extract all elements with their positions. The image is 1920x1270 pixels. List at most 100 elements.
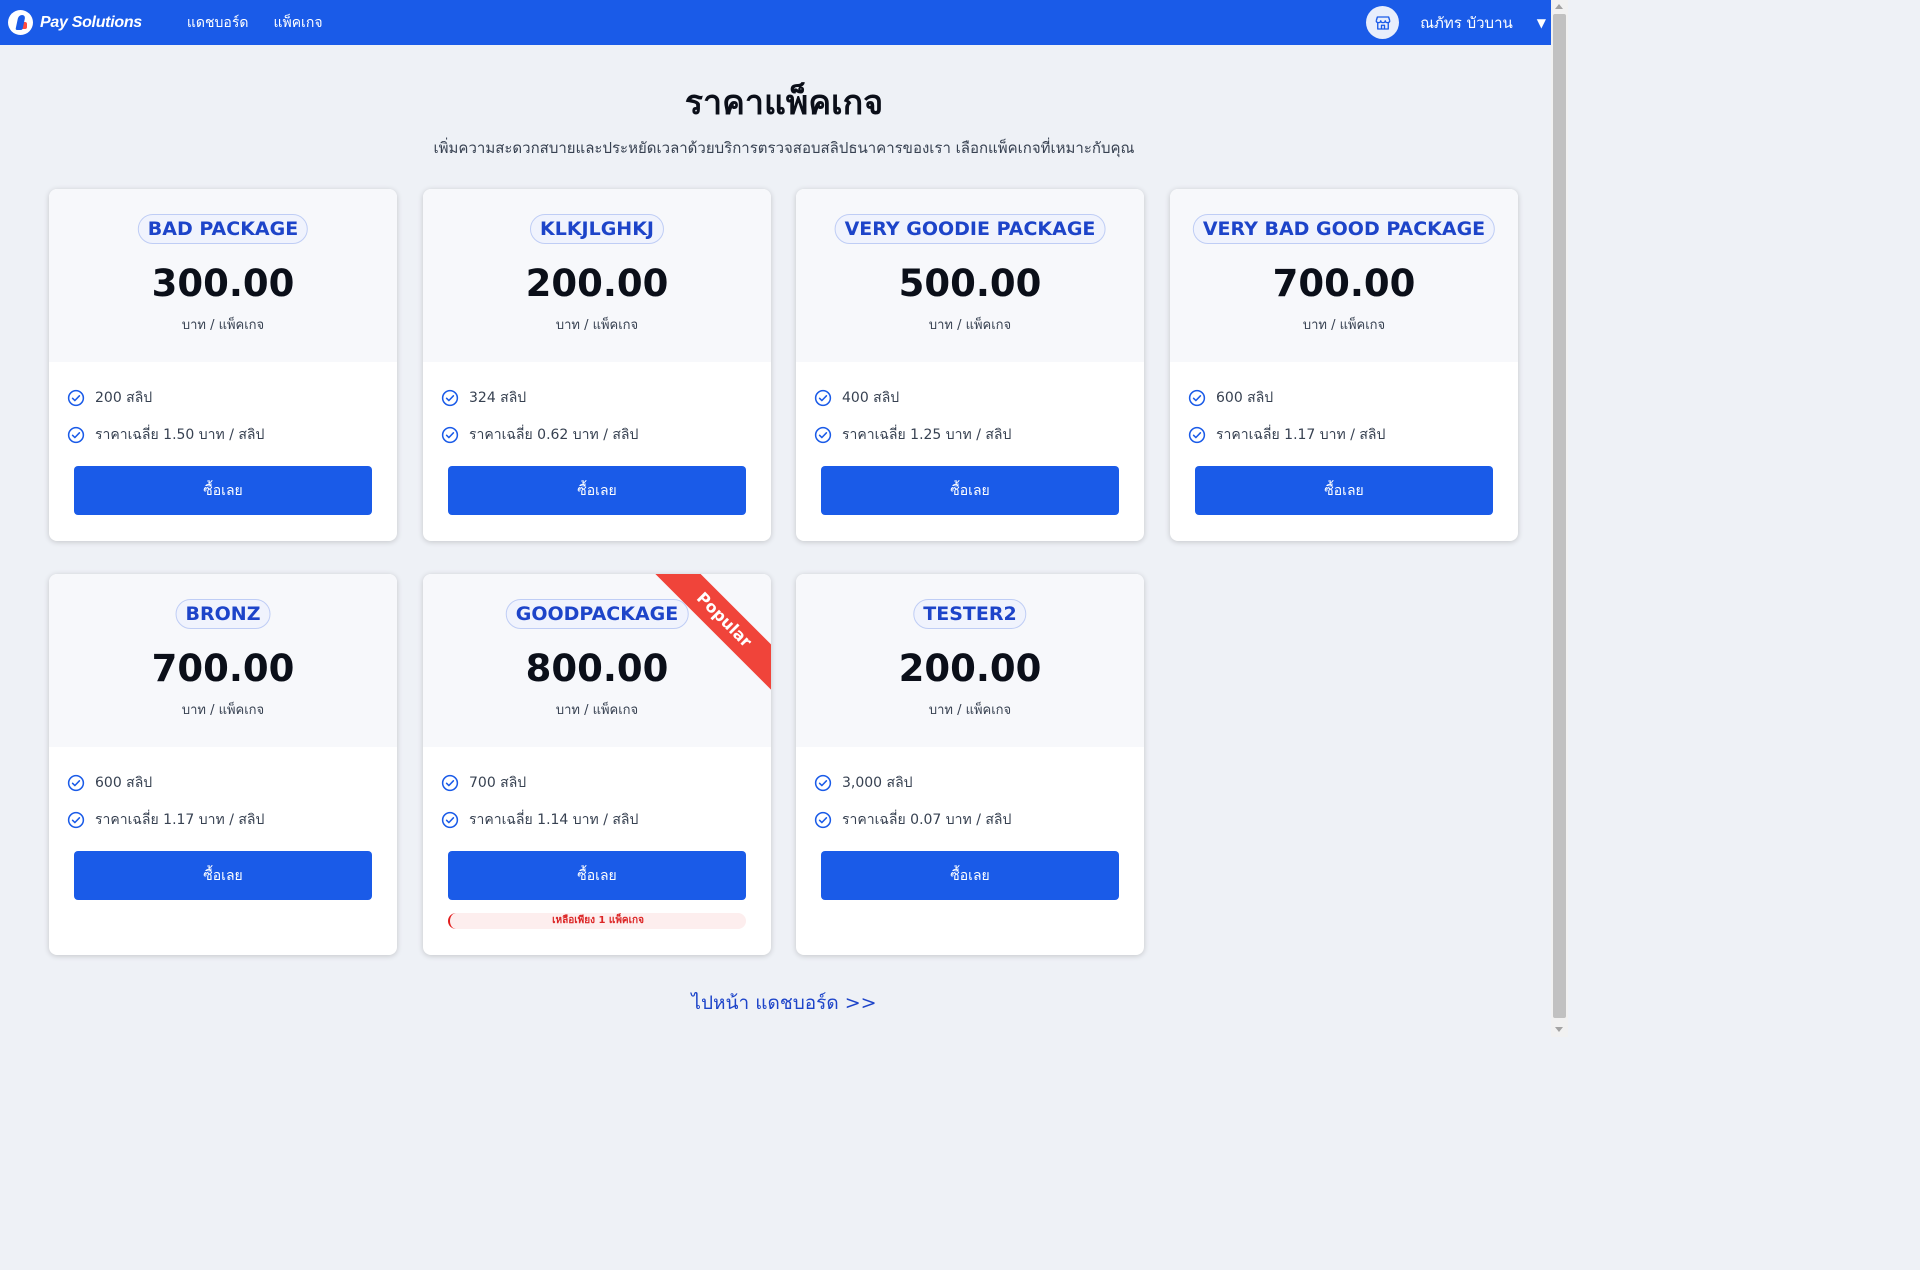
brand-logo-icon xyxy=(8,10,33,35)
package-name: VERY GOODIE PACKAGE xyxy=(834,214,1106,244)
user-menu[interactable]: ณภัทร บัวบาน ▼ xyxy=(1366,0,1551,45)
popular-ribbon-label: Popular xyxy=(652,574,771,692)
feature-average-text: ราคาเฉลี่ย 0.62 บาท / สลิป xyxy=(469,427,639,443)
brand-name: Pay Solutions xyxy=(40,13,142,31)
check-circle-icon xyxy=(1188,389,1206,407)
buy-button[interactable]: ซื้อเลย xyxy=(1195,466,1493,515)
package-price: 500.00 xyxy=(898,262,1042,305)
feature-slips: 324 สลิป xyxy=(441,387,526,409)
check-circle-icon xyxy=(441,426,459,444)
buy-button[interactable]: ซื้อเลย xyxy=(821,851,1119,900)
popular-ribbon: Popular xyxy=(651,574,771,694)
scrollbar-thumb[interactable] xyxy=(1553,14,1566,1018)
store-icon[interactable] xyxy=(1366,6,1400,39)
scroll-up-icon[interactable] xyxy=(1555,4,1563,9)
caret-down-icon[interactable]: ▼ xyxy=(1537,16,1546,30)
check-circle-icon xyxy=(67,774,85,792)
feature-slips: 600 สลิป xyxy=(67,772,152,794)
feature-slips-text: 600 สลิป xyxy=(95,775,153,791)
package-price: 700.00 xyxy=(1272,262,1416,305)
check-circle-icon xyxy=(441,774,459,792)
check-circle-icon xyxy=(441,389,459,407)
package-price: 200.00 xyxy=(525,262,669,305)
check-circle-icon xyxy=(1188,426,1206,444)
buy-button[interactable]: ซื้อเลย xyxy=(74,466,372,515)
check-circle-icon xyxy=(67,389,85,407)
check-circle-icon xyxy=(67,426,85,444)
feature-slips: 3,000 สลิป xyxy=(814,772,913,794)
feature-average: ราคาเฉลี่ย 1.50 บาท / สลิป xyxy=(67,424,264,446)
package-card: VERY BAD GOOD PACKAGE 700.00 บาท / แพ็คเ… xyxy=(1170,189,1518,541)
feature-slips-text: 400 สลิป xyxy=(842,390,900,406)
feature-average: ราคาเฉลี่ย 1.17 บาท / สลิป xyxy=(1188,424,1385,446)
feature-slips-text: 3,000 สลิป xyxy=(842,775,913,791)
page-title: ราคาแพ็คเกจ xyxy=(684,83,884,123)
package-name: BAD PACKAGE xyxy=(137,214,309,244)
check-circle-icon xyxy=(814,774,832,792)
feature-average: ราคาเฉลี่ย 1.25 บาท / สลิป xyxy=(814,424,1011,446)
package-unit: บาท / แพ็คเกจ xyxy=(555,703,639,718)
feature-slips: 700 สลิป xyxy=(441,772,526,794)
package-unit: บาท / แพ็คเกจ xyxy=(555,318,639,333)
feature-average-text: ราคาเฉลี่ย 1.17 บาท / สลิป xyxy=(1216,427,1386,443)
package-price: 700.00 xyxy=(151,647,295,690)
stock-remaining-note: เหลือเพียง 1 แพ็คเกจ xyxy=(448,913,746,929)
buy-button[interactable]: ซื้อเลย xyxy=(821,466,1119,515)
feature-slips: 400 สลิป xyxy=(814,387,899,409)
feature-average: ราคาเฉลี่ย 1.17 บาท / สลิป xyxy=(67,809,264,831)
check-circle-icon xyxy=(814,389,832,407)
top-navbar: Pay Solutions แดชบอร์ด แพ็คเกจ ณภัทร บัว… xyxy=(0,0,1551,45)
check-circle-icon xyxy=(441,811,459,829)
feature-slips-text: 600 สลิป xyxy=(1216,390,1274,406)
package-name: KLKJLGHKJ xyxy=(529,214,665,244)
feature-slips-text: 200 สลิป xyxy=(95,390,153,406)
check-circle-icon xyxy=(67,811,85,829)
package-card: BRONZ 700.00 บาท / แพ็คเกจ 600 สลิป ราคา… xyxy=(49,574,397,955)
feature-slips: 200 สลิป xyxy=(67,387,152,409)
package-name: BRONZ xyxy=(175,599,271,629)
package-header: TESTER2 200.00 บาท / แพ็คเกจ xyxy=(796,574,1144,747)
package-unit: บาท / แพ็คเกจ xyxy=(181,703,265,718)
package-price: 200.00 xyxy=(898,647,1042,690)
feature-slips-text: 324 สลิป xyxy=(469,390,527,406)
feature-average: ราคาเฉลี่ย 0.07 บาท / สลิป xyxy=(814,809,1011,831)
package-header: VERY GOODIE PACKAGE 500.00 บาท / แพ็คเกจ xyxy=(796,189,1144,362)
package-unit: บาท / แพ็คเกจ xyxy=(928,318,1012,333)
main-nav: แดชบอร์ด แพ็คเกจ xyxy=(187,12,348,34)
feature-slips: 600 สลิป xyxy=(1188,387,1273,409)
feature-average: ราคาเฉลี่ย 1.14 บาท / สลิป xyxy=(441,809,638,831)
package-card: BAD PACKAGE 300.00 บาท / แพ็คเกจ 200 สลิ… xyxy=(49,189,397,541)
package-header: VERY BAD GOOD PACKAGE 700.00 บาท / แพ็คเ… xyxy=(1170,189,1518,362)
buy-button[interactable]: ซื้อเลย xyxy=(448,466,746,515)
package-card: GOODPACKAGE 800.00 บาท / แพ็คเกจ 700 สลิ… xyxy=(423,574,771,955)
package-name: TESTER2 xyxy=(913,599,1027,629)
package-card: KLKJLGHKJ 200.00 บาท / แพ็คเกจ 324 สลิป … xyxy=(423,189,771,541)
feature-average-text: ราคาเฉลี่ย 1.50 บาท / สลิป xyxy=(95,427,265,443)
feature-average-text: ราคาเฉลี่ย 1.25 บาท / สลิป xyxy=(842,427,1012,443)
feature-average-text: ราคาเฉลี่ย 1.14 บาท / สลิป xyxy=(469,812,639,828)
package-header: BAD PACKAGE 300.00 บาท / แพ็คเกจ xyxy=(49,189,397,362)
package-card: VERY GOODIE PACKAGE 500.00 บาท / แพ็คเกจ… xyxy=(796,189,1144,541)
package-header: BRONZ 700.00 บาท / แพ็คเกจ xyxy=(49,574,397,747)
package-price: 300.00 xyxy=(151,262,295,305)
package-card: TESTER2 200.00 บาท / แพ็คเกจ 3,000 สลิป … xyxy=(796,574,1144,955)
package-header: KLKJLGHKJ 200.00 บาท / แพ็คเกจ xyxy=(423,189,771,362)
nav-dashboard[interactable]: แดชบอร์ด xyxy=(187,12,249,34)
buy-button[interactable]: ซื้อเลย xyxy=(74,851,372,900)
check-circle-icon xyxy=(814,426,832,444)
feature-average: ราคาเฉลี่ย 0.62 บาท / สลิป xyxy=(441,424,638,446)
package-unit: บาท / แพ็คเกจ xyxy=(1302,318,1386,333)
feature-slips-text: 700 สลิป xyxy=(469,775,527,791)
package-unit: บาท / แพ็คเกจ xyxy=(928,703,1012,718)
package-unit: บาท / แพ็คเกจ xyxy=(181,318,265,333)
user-name[interactable]: ณภัทร บัวบาน xyxy=(1420,11,1513,35)
check-circle-icon xyxy=(814,811,832,829)
feature-average-text: ราคาเฉลี่ย 0.07 บาท / สลิป xyxy=(842,812,1012,828)
brand[interactable]: Pay Solutions xyxy=(8,10,142,35)
feature-average-text: ราคาเฉลี่ย 1.17 บาท / สลิป xyxy=(95,812,265,828)
scroll-down-icon[interactable] xyxy=(1555,1027,1563,1032)
nav-packages[interactable]: แพ็คเกจ xyxy=(273,12,322,34)
buy-button[interactable]: ซื้อเลย xyxy=(448,851,746,900)
page-subtitle: เพิ่มความสะดวกสบายและประหยัดเวลาด้วยบริก… xyxy=(433,139,1135,157)
go-to-dashboard-link[interactable]: ไปหน้า แดชบอร์ด >> xyxy=(0,988,1568,1018)
